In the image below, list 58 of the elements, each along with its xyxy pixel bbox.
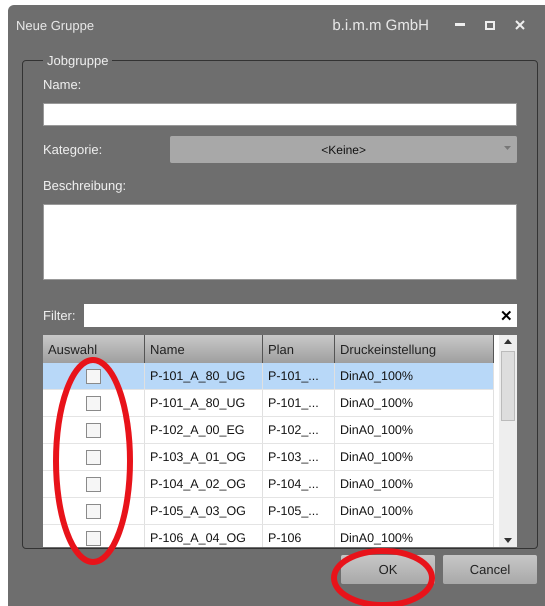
category-dropdown[interactable]: <Keine> <box>170 136 517 163</box>
checkbox[interactable] <box>86 396 101 410</box>
table-row[interactable]: P-102_A_00_EG P-102_... DinA0_100% <box>43 417 494 444</box>
table-row[interactable]: P-103_A_01_OG P-103_... DinA0_100% <box>43 444 494 471</box>
column-header[interactable]: Druckeinstellung <box>335 335 494 363</box>
cancel-button[interactable]: Cancel <box>443 555 537 584</box>
checkbox[interactable] <box>86 504 101 518</box>
table-cell: P-105_... <box>263 498 335 524</box>
table-cell: P-104_A_02_OG <box>145 471 263 497</box>
table-cell: P-101_A_80_UG <box>145 363 263 389</box>
close-icon <box>515 20 525 30</box>
caret-icon <box>504 146 511 150</box>
table-cell: P-104_... <box>263 471 335 497</box>
description-input[interactable] <box>43 204 517 280</box>
scrollbar[interactable] <box>499 335 517 547</box>
field-label: Filter: <box>43 308 76 323</box>
table-cell: P-102_... <box>263 417 335 443</box>
clear-button[interactable]: ✕ <box>500 306 513 324</box>
scroll-down-icon[interactable] <box>504 538 512 543</box>
table-row[interactable]: P-105_A_03_OG P-105_... DinA0_100% <box>43 498 494 525</box>
table-cell: DinA0_100% <box>335 471 494 497</box>
company-name: b.i.m.m GmbH <box>332 16 429 34</box>
table-cell: DinA0_100% <box>335 525 494 547</box>
window-title: Neue Gruppe <box>16 18 96 32</box>
table-cell: P-102_A_00_EG <box>145 417 263 443</box>
minimize-icon <box>455 23 465 27</box>
table-cell: DinA0_100% <box>335 417 494 443</box>
checkbox[interactable] <box>86 422 101 438</box>
table-cell: DinA0_100% <box>335 363 494 389</box>
group-title: Jobgruppe <box>46 53 110 68</box>
table-row[interactable]: P-104_A_02_OG P-104_... DinA0_100% <box>43 471 494 498</box>
table-row[interactable]: P-101_A_80_UG P-101_... DinA0_100% <box>43 390 494 417</box>
field-label: Name: <box>43 77 82 92</box>
field-label: Beschreibung: <box>43 178 126 193</box>
table-cell: DinA0_100% <box>335 444 494 470</box>
table-cell: P-103_A_01_OG <box>145 444 263 470</box>
maximize-icon <box>485 20 495 30</box>
filter-input[interactable]: ✕ <box>84 304 517 327</box>
table-cell: P-106 <box>263 525 335 547</box>
table-cell: P-101_... <box>263 390 335 416</box>
table-row[interactable]: P-101_A_80_UG P-101_... DinA0_100% <box>43 363 494 390</box>
checkbox[interactable] <box>86 368 101 384</box>
table-cell: P-101_A_80_UG <box>145 390 263 416</box>
column-header[interactable]: Plan <box>263 335 335 363</box>
checkbox[interactable] <box>86 450 101 464</box>
table-cell: P-106_A_04_OG <box>145 525 263 547</box>
table-cell: P-101_... <box>263 363 335 389</box>
table-cell: P-103_... <box>263 444 335 470</box>
checkbox[interactable] <box>86 476 101 492</box>
table-cell: DinA0_100% <box>335 390 494 416</box>
table-cell: DinA0_100% <box>335 498 494 524</box>
column-header[interactable]: Name <box>145 335 263 363</box>
checkbox[interactable] <box>86 530 101 546</box>
scroll-up-icon[interactable] <box>504 339 512 344</box>
field-label: Kategorie: <box>43 142 102 157</box>
table-cell: P-105_A_03_OG <box>145 498 263 524</box>
name-input[interactable] <box>43 103 517 126</box>
column-header[interactable]: Auswahl <box>43 335 145 363</box>
